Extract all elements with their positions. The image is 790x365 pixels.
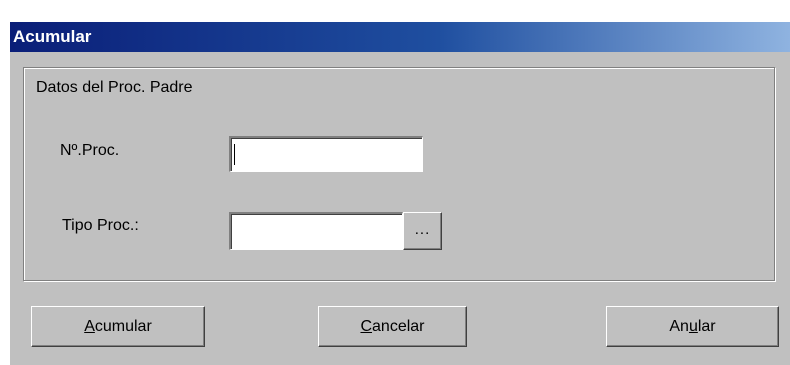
group-legend: Datos del Proc. Padre (34, 79, 197, 97)
anular-button-label: Anular (669, 317, 716, 335)
tipo-proc-browse-button[interactable]: ... (403, 212, 442, 250)
num-proc-input[interactable] (229, 136, 423, 172)
cancelar-button-label: Cancelar (360, 317, 425, 335)
acumular-button-label: Acumular (84, 317, 152, 335)
tipo-proc-label: Tipo Proc.: (62, 217, 139, 234)
cancelar-button[interactable]: Cancelar (318, 306, 467, 347)
window-title: Acumular (13, 27, 92, 46)
ellipsis-icon: ... (414, 220, 431, 238)
text-caret (234, 144, 235, 165)
title-bar[interactable]: Acumular (10, 22, 790, 52)
tipo-proc-input[interactable] (229, 212, 403, 250)
anular-button[interactable]: Anular (606, 306, 779, 347)
num-proc-label: Nº.Proc. (60, 142, 120, 159)
acumular-button[interactable]: Acumular (31, 306, 205, 347)
